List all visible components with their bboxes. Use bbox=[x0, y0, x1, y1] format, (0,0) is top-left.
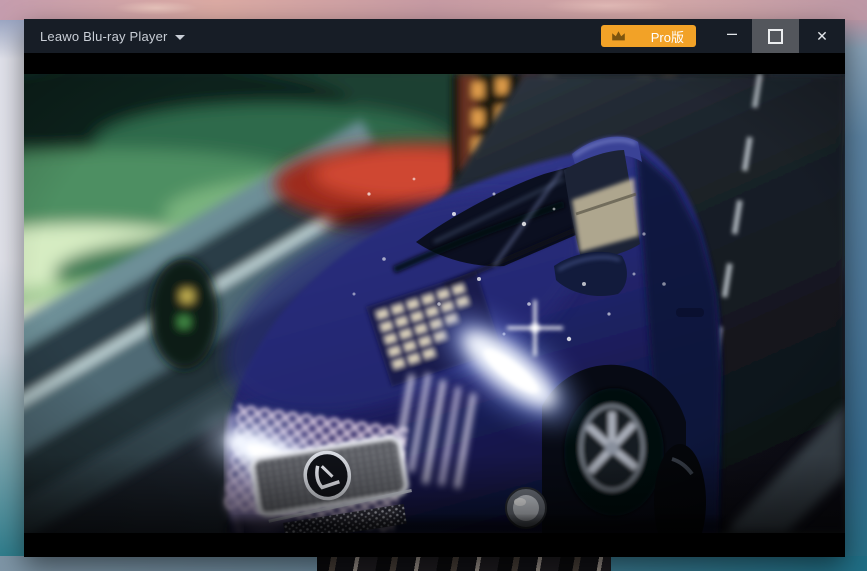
app-title: Leawo Blu-ray Player bbox=[40, 29, 168, 44]
minimize-icon: – bbox=[727, 23, 737, 44]
titlebar[interactable]: Leawo Blu-ray Player Pro版 – ✕ bbox=[24, 19, 845, 53]
maximize-button[interactable] bbox=[752, 19, 799, 53]
pro-version-label: Pro版 bbox=[651, 27, 684, 46]
app-menu[interactable]: Leawo Blu-ray Player bbox=[40, 29, 185, 44]
maximize-icon bbox=[768, 29, 783, 44]
chevron-down-icon bbox=[175, 35, 185, 40]
wallpaper-rocks bbox=[317, 556, 611, 571]
crown-icon bbox=[611, 30, 626, 42]
wallpaper-sunset-clouds bbox=[0, 0, 867, 20]
close-button[interactable]: ✕ bbox=[799, 19, 845, 53]
minimize-button[interactable]: – bbox=[712, 19, 752, 53]
close-icon: ✕ bbox=[816, 28, 828, 45]
video-frame bbox=[24, 74, 845, 533]
video-area[interactable] bbox=[24, 53, 845, 557]
player-window: Leawo Blu-ray Player Pro版 – ✕ bbox=[24, 19, 845, 557]
pro-version-button[interactable]: Pro版 bbox=[601, 25, 696, 47]
